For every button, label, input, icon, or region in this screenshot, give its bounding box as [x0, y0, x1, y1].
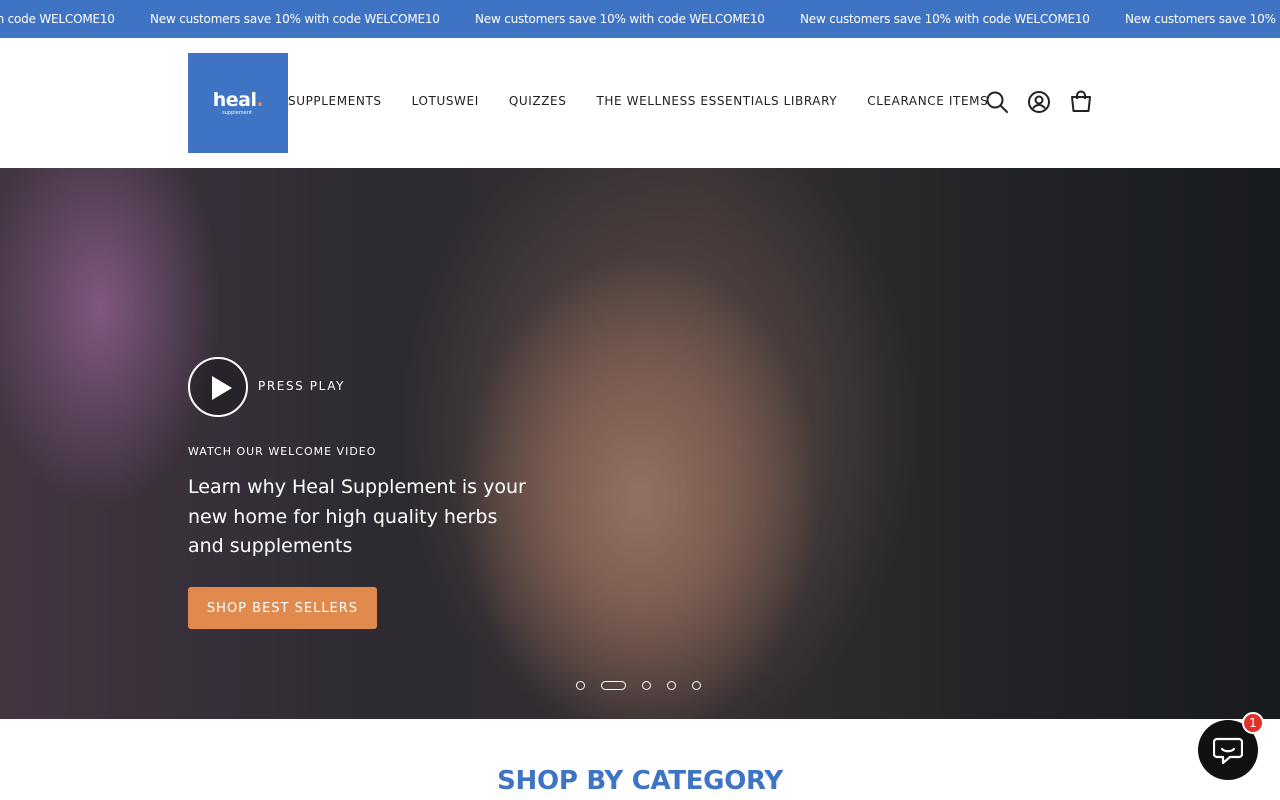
nav-item-supplements[interactable]: SUPPLEMENTS [288, 94, 382, 108]
shop-best-sellers-button[interactable]: SHOP BEST SELLERS [188, 587, 377, 629]
announcement-message: New customers save 10% with code WELCOME… [150, 12, 440, 26]
hero-eyebrow: WATCH OUR WELCOME VIDEO [188, 445, 377, 458]
announcement-message: New customers save 10% with code WELCOME… [800, 12, 1090, 26]
announcement-message: New customers save 10% with code WELCOME… [475, 12, 765, 26]
nav-item-quizzes[interactable]: QUIZZES [509, 94, 567, 108]
play-icon [212, 376, 232, 400]
chat-notification-badge: 1 [1242, 712, 1264, 734]
main-nav: SUPPLEMENTS LOTUSWEI QUIZZES THE WELLNES… [288, 94, 988, 108]
nav-item-wellness-library[interactable]: THE WELLNESS ESSENTIALS LIBRARY [596, 94, 837, 108]
logo-wordmark: heal. [212, 89, 264, 111]
shop-by-category-heading: SHOP BY CATEGORY [497, 766, 783, 796]
announcement-bar: New customers save 10% with code WELCOME… [0, 0, 1280, 38]
logo-dot: . [256, 89, 264, 111]
slide-pagination [576, 680, 701, 690]
hero-headline: Learn why Heal Supplement is your new ho… [188, 476, 526, 557]
search-icon[interactable] [985, 90, 1009, 114]
bag-icon[interactable] [1069, 90, 1093, 114]
announcement-message: New customers save 10% with code WELCOME… [1125, 12, 1280, 26]
slide-dot[interactable] [642, 680, 651, 690]
slide-dot[interactable] [576, 680, 585, 690]
logo-word: heal [212, 89, 257, 111]
site-header: heal. supplement SUPPLEMENTS LOTUSWEI QU… [0, 38, 1280, 168]
site-logo[interactable]: heal. supplement [188, 53, 288, 153]
nav-item-lotuswei[interactable]: LOTUSWEI [412, 94, 479, 108]
play-video-button[interactable] [188, 357, 248, 417]
chat-icon [1213, 737, 1243, 764]
account-icon[interactable] [1027, 90, 1051, 114]
announcement-track: New customers save 10% with code WELCOME… [0, 0, 1280, 38]
press-play-label: PRESS PLAY [258, 379, 346, 393]
announcement-message: New customers save 10% with code WELCOME… [0, 12, 115, 26]
slide-dot-active[interactable] [601, 680, 626, 690]
slide-dot[interactable] [667, 680, 676, 690]
nav-item-clearance[interactable]: CLEARANCE ITEMS [867, 94, 988, 108]
hero-video-overlay [0, 168, 1280, 719]
hero-banner: PRESS PLAY WATCH OUR WELCOME VIDEO Learn… [0, 168, 1280, 719]
slide-dot[interactable] [692, 680, 701, 690]
